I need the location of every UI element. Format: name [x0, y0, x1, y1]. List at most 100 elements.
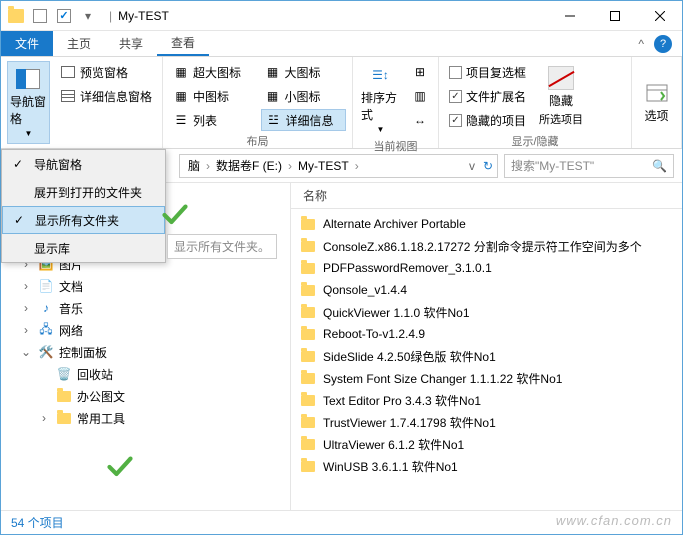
tree-chevron-icon[interactable]: › — [19, 301, 33, 315]
maximize-icon — [610, 11, 620, 21]
qat-new-folder-icon[interactable] — [53, 5, 75, 27]
tree-label: 音乐 — [59, 300, 83, 317]
sort-icon: ☰↕ — [365, 63, 397, 87]
list-item[interactable]: Text Editor Pro 3.4.3 软件No1 — [291, 389, 682, 411]
column-header-name[interactable]: 名称 — [291, 183, 682, 209]
qat-dropdown-icon[interactable]: ▾ — [77, 5, 99, 27]
preview-pane-icon — [60, 64, 76, 80]
check-icon: ✓ — [10, 156, 26, 172]
file-name: PDFPasswordRemover_3.1.0.1 — [323, 261, 492, 275]
folder-icon — [299, 392, 317, 408]
menu-nav-pane[interactable]: ✓ 导航窗格 — [2, 150, 165, 178]
list-item[interactable]: SideSlide 4.2.50绿色版 软件No1 — [291, 345, 682, 367]
list-item[interactable]: Alternate Archiver Portable — [291, 213, 682, 235]
menu-show-libraries[interactable]: 显示库 — [2, 234, 165, 262]
file-list-body: Alternate Archiver Portable ConsoleZ.x86.… — [291, 209, 682, 510]
list-item[interactable]: ConsoleZ.x86.1.18.2.17272 分割命令提示符工作空间为多个 — [291, 235, 682, 257]
help-icon[interactable]: ? — [654, 35, 672, 53]
file-name: Text Editor Pro 3.4.3 软件No1 — [323, 392, 481, 409]
tree-label: 文档 — [59, 278, 83, 295]
view-list-button[interactable]: ☰列表 — [169, 109, 255, 131]
tree-chevron-icon[interactable]: › — [19, 279, 33, 293]
history-dropdown-icon[interactable]: v — [469, 159, 475, 173]
chevron-right-icon[interactable]: › — [206, 159, 210, 173]
options-button[interactable]: 选项 — [638, 61, 675, 144]
view-extra-large-button[interactable]: ▦超大图标 — [169, 61, 255, 83]
nav-pane-dropdown: ✓ 导航窗格 展开到打开的文件夹 ✓ 显示所有文件夹 显示库 显示所有文件夹。 — [1, 149, 166, 263]
chevron-right-icon[interactable]: › — [355, 159, 359, 173]
tree-label: 回收站 — [77, 366, 113, 383]
item-checkboxes-toggle[interactable]: 项目复选框 — [445, 61, 530, 83]
view-details-button[interactable]: ☳详细信息 — [261, 109, 347, 131]
list-item[interactable]: Reboot-To-v1.2.4.9 — [291, 323, 682, 345]
tab-view[interactable]: 查看 — [157, 31, 209, 56]
tree-item[interactable]: ›🖧网络 — [1, 319, 290, 341]
folder-icon — [299, 436, 317, 452]
list-item[interactable]: WinUSB 3.6.1.1 软件No1 — [291, 455, 682, 477]
list-item[interactable]: TrustViewer 1.7.4.1798 软件No1 — [291, 411, 682, 433]
control-icon: 🛠️ — [37, 344, 55, 360]
file-ext-toggle[interactable]: 文件扩展名 — [445, 85, 530, 107]
close-button[interactable] — [637, 1, 682, 30]
file-name: TrustViewer 1.7.4.1798 软件No1 — [323, 414, 496, 431]
view-large-button[interactable]: ▦大图标 — [261, 61, 347, 83]
tab-home[interactable]: 主页 — [53, 31, 105, 56]
size-columns-button[interactable]: ↔ — [408, 109, 432, 131]
nav-pane-button[interactable]: 导航窗格 ▼ — [7, 61, 50, 144]
crumb[interactable]: 脑 — [184, 157, 204, 174]
list-item[interactable]: PDFPasswordRemover_3.1.0.1 — [291, 257, 682, 279]
ribbon-tabs: 文件 主页 共享 查看 ^ ? — [1, 31, 682, 57]
qat-properties-icon[interactable] — [29, 5, 51, 27]
tree-chevron-icon[interactable]: › — [37, 411, 51, 425]
search-placeholder: 搜索"My-TEST" — [511, 157, 594, 174]
tree-item[interactable]: ›常用工具 — [1, 407, 290, 429]
minimize-button[interactable] — [547, 1, 592, 30]
tab-share[interactable]: 共享 — [105, 31, 157, 56]
tab-file[interactable]: 文件 — [1, 31, 53, 56]
group-by-button[interactable]: ⊞ — [408, 61, 432, 83]
add-columns-button[interactable]: ▥ — [408, 85, 432, 107]
list-item[interactable]: QuickViewer 1.1.0 软件No1 — [291, 301, 682, 323]
tooltip: 显示所有文件夹。 — [167, 234, 277, 259]
app-icon[interactable] — [5, 5, 27, 27]
hide-selected-button[interactable]: 隐藏 所选项目 — [536, 61, 586, 131]
file-name: UltraViewer 6.1.2 软件No1 — [323, 436, 464, 453]
menu-expand-open[interactable]: 展开到打开的文件夹 — [2, 178, 165, 206]
maximize-button[interactable] — [592, 1, 637, 30]
chevron-down-icon: ▼ — [377, 125, 385, 134]
tree-label: 网络 — [59, 322, 83, 339]
tree-item[interactable]: ⌄🛠️控制面板 — [1, 341, 290, 363]
folder-icon — [299, 414, 317, 430]
view-medium-button[interactable]: ▦中图标 — [169, 85, 255, 107]
breadcrumb[interactable]: 脑› 数据卷F (E:)› My-TEST› v ↻ — [179, 154, 498, 178]
tree-chevron-icon[interactable]: › — [19, 323, 33, 337]
file-name: Alternate Archiver Portable — [323, 217, 466, 231]
tree-item[interactable]: 办公图文 — [1, 385, 290, 407]
menu-show-all-folders[interactable]: ✓ 显示所有文件夹 — [2, 206, 165, 234]
medium-icon: ▦ — [173, 88, 189, 104]
search-icon: 🔍 — [652, 159, 667, 173]
checkbox-icon — [449, 66, 462, 79]
size-icon: ↔ — [412, 112, 428, 128]
list-item[interactable]: UltraViewer 6.1.2 软件No1 — [291, 433, 682, 455]
preview-pane-button[interactable]: 预览窗格 — [56, 61, 156, 83]
crumb[interactable]: 数据卷F (E:) — [212, 157, 286, 174]
refresh-icon[interactable]: ↻ — [483, 159, 493, 173]
watermark: www.cfan.com.cn — [556, 513, 672, 528]
details-pane-button[interactable]: 详细信息窗格 — [56, 85, 156, 107]
list-item[interactable]: System Font Size Changer 1.1.1.22 软件No1 — [291, 367, 682, 389]
check-icon: ✓ — [11, 212, 27, 228]
sort-by-button[interactable]: ☰↕ 排序方式 ▼ — [359, 61, 402, 136]
file-name: Reboot-To-v1.2.4.9 — [323, 327, 425, 341]
tree-item[interactable]: 🗑️回收站 — [1, 363, 290, 385]
chevron-right-icon[interactable]: › — [288, 159, 292, 173]
search-input[interactable]: 搜索"My-TEST" 🔍 — [504, 154, 674, 178]
tree-chevron-icon[interactable]: ⌄ — [19, 345, 33, 359]
tree-item[interactable]: ›♪音乐 — [1, 297, 290, 319]
view-small-button[interactable]: ▦小图标 — [261, 85, 347, 107]
hidden-items-toggle[interactable]: 隐藏的项目 — [445, 109, 530, 131]
ribbon-collapse-icon[interactable]: ^ — [638, 37, 644, 51]
crumb[interactable]: My-TEST — [294, 159, 353, 173]
tree-item[interactable]: ›📄文档 — [1, 275, 290, 297]
list-item[interactable]: Qonsole_v1.4.4 — [291, 279, 682, 301]
